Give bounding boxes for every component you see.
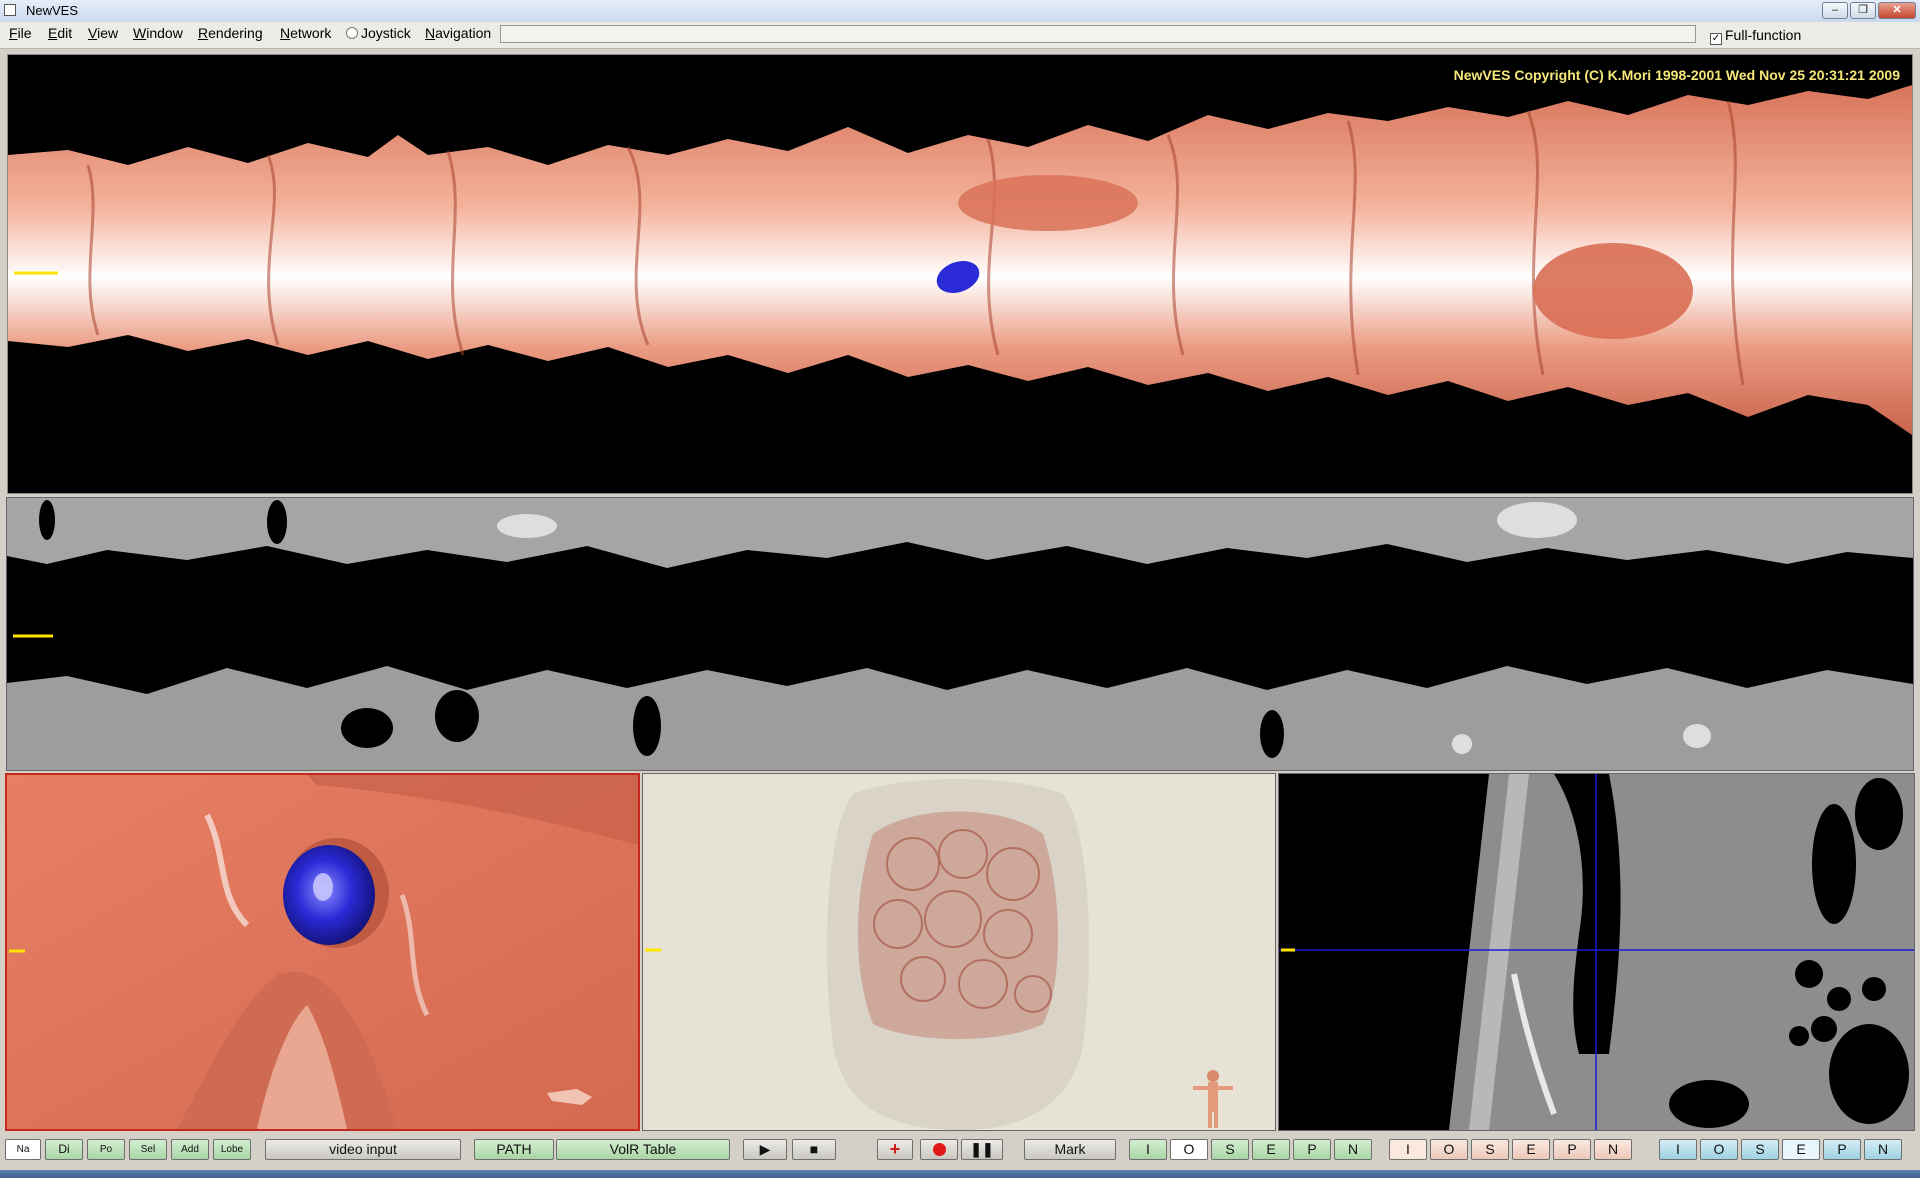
group3-i-button[interactable]: I (1659, 1139, 1697, 1160)
menu-joystick-label: Joystick (361, 25, 411, 41)
menu-joystick[interactable]: Joystick (346, 25, 411, 41)
group1-s-button[interactable]: S (1211, 1139, 1249, 1160)
na-button[interactable]: Na (5, 1139, 41, 1160)
group1-i-button[interactable]: I (1129, 1139, 1167, 1160)
close-button[interactable]: ✕ (1878, 2, 1916, 19)
sel-button[interactable]: Sel (129, 1139, 167, 1160)
group1-e-button[interactable]: E (1252, 1139, 1290, 1160)
straightened-ct-image (7, 498, 1913, 770)
group2-e-button[interactable]: E (1512, 1139, 1550, 1160)
volr-table-button[interactable]: VolR Table (556, 1139, 730, 1160)
endoscopy-image (7, 775, 638, 1129)
menu-navigation[interactable]: Navigation (425, 25, 491, 41)
virtual-endoscopy-view[interactable] (5, 773, 640, 1131)
full-function-toggle[interactable]: ✓ Full-function (1710, 27, 1801, 45)
menu-spacer (500, 25, 1696, 43)
app-icon (4, 4, 16, 16)
volume-rendering-view[interactable] (642, 773, 1276, 1131)
group1-p-button[interactable]: P (1293, 1139, 1331, 1160)
video-input-button[interactable]: video input (265, 1139, 461, 1160)
volume-rendering-image (643, 774, 1275, 1130)
group2-p-button[interactable]: P (1553, 1139, 1591, 1160)
copyright-text: NewVES Copyright (C) K.Mori 1998-2001 We… (1453, 67, 1900, 83)
joystick-radio-icon[interactable] (346, 27, 358, 39)
group3-e-button[interactable]: E (1782, 1139, 1820, 1160)
group3-n-button[interactable]: N (1864, 1139, 1902, 1160)
group3-s-button[interactable]: S (1741, 1139, 1779, 1160)
group2-s-button[interactable]: S (1471, 1139, 1509, 1160)
group1-o-button[interactable]: O (1170, 1139, 1208, 1160)
group1-n-button[interactable]: N (1334, 1139, 1372, 1160)
group3-p-button[interactable]: P (1823, 1139, 1861, 1160)
group2-o-button[interactable]: O (1430, 1139, 1468, 1160)
os-taskbar (0, 1170, 1920, 1178)
unfolded-colon-image (8, 85, 1912, 435)
restore-button[interactable]: ❐ (1850, 2, 1876, 19)
checkbox-icon[interactable]: ✓ (1710, 33, 1722, 45)
menu-rendering[interactable]: Rendering (198, 25, 263, 41)
menu-window[interactable]: Window (133, 25, 183, 41)
add-marker-button[interactable]: + (877, 1139, 913, 1160)
play-button[interactable]: ▶ (743, 1139, 787, 1160)
di-button[interactable]: Di (45, 1139, 83, 1160)
add-button[interactable]: Add (171, 1139, 209, 1160)
pause-button[interactable]: ❚❚ (961, 1139, 1003, 1160)
menu-bar: File Edit View Window Rendering Network … (0, 22, 1920, 49)
record-icon (932, 1143, 946, 1156)
lobe-button[interactable]: Lobe (213, 1139, 251, 1160)
plus-icon: + (889, 1139, 901, 1159)
window-title: NewVES (26, 3, 79, 18)
unfolded-colon-view[interactable]: NewVES Copyright (C) K.Mori 1998-2001 We… (7, 54, 1913, 494)
path-button[interactable]: PATH (474, 1139, 554, 1160)
po-button[interactable]: Po (87, 1139, 125, 1160)
mark-button[interactable]: Mark (1024, 1139, 1116, 1160)
pause-icon: ❚❚ (970, 1141, 994, 1157)
title-bar: NewVES – ❐ ✕ (0, 0, 1920, 23)
record-button[interactable] (920, 1139, 958, 1160)
stop-button[interactable]: ■ (792, 1139, 836, 1160)
menu-network[interactable]: Network (280, 25, 331, 41)
full-function-label: Full-function (1725, 27, 1802, 43)
ct-slice-image (1279, 774, 1914, 1130)
stop-icon: ■ (809, 1141, 819, 1157)
group2-n-button[interactable]: N (1594, 1139, 1632, 1160)
minimize-button[interactable]: – (1822, 2, 1848, 19)
ct-slice-view[interactable] (1278, 773, 1915, 1131)
menu-view[interactable]: View (88, 25, 118, 41)
menu-edit[interactable]: Edit (48, 25, 72, 41)
straightened-ct-view[interactable] (6, 497, 1914, 771)
group2-i-button[interactable]: I (1389, 1139, 1427, 1160)
group3-o-button[interactable]: O (1700, 1139, 1738, 1160)
menu-file[interactable]: File (9, 25, 32, 41)
play-icon: ▶ (759, 1141, 771, 1157)
